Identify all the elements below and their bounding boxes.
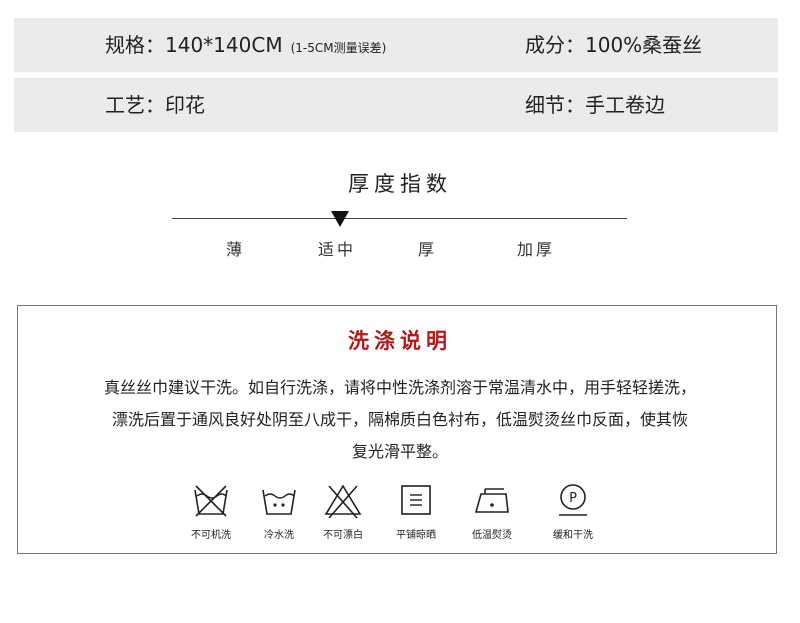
low-iron-icon	[474, 488, 509, 513]
spec-size-note: (1-5CM测量误差)	[290, 41, 387, 55]
care-label: 低温熨烫	[472, 530, 512, 541]
spec-row-size-material: 规格：140*140CM (1-5CM测量误差) 成分：100%桑蚕丝	[14, 18, 778, 72]
care-label: 缓和干洗	[553, 530, 593, 541]
spec-size-label: 规格：	[105, 33, 165, 57]
wash-line: 漂洗后置于通风良好处阴至八成干，隔棉质白色衬布，低温熨烫丝巾反面，使其恢	[111, 410, 688, 429]
no-machine-wash-icon	[194, 485, 228, 517]
thickness-marker-icon	[331, 211, 349, 227]
wash-line: 复光滑平整。	[351, 442, 448, 461]
care-label: 冷水洗	[264, 530, 294, 541]
spec-row-craft-detail: 工艺：印花 细节：手工卷边	[14, 78, 778, 132]
care-item: 低温熨烫	[456, 482, 528, 541]
wash-description: 真丝丝巾建议干洗。如自行洗涤，请将中性洗涤剂溶于常温清水中，用手轻轻搓洗， 漂洗…	[30, 372, 770, 468]
care-label: 不可机洗	[191, 530, 231, 541]
cold-wash-icon	[262, 489, 296, 515]
spec-material-value: 100%桑蚕丝	[585, 33, 703, 57]
spec-craft: 工艺：印花	[105, 78, 205, 132]
care-label: 平铺晾晒	[396, 530, 436, 541]
spec-craft-label: 工艺：	[105, 93, 165, 117]
thickness-level-thick: 厚	[418, 240, 438, 259]
spec-detail-value: 手工卷边	[585, 93, 665, 117]
spec-size-value: 140*140CM	[165, 33, 283, 57]
thickness-title: 厚度指数	[348, 172, 452, 196]
thickness-level-medium: 适中	[318, 240, 357, 259]
care-item: P 缓和干洗	[537, 482, 609, 541]
care-item: 平铺晾晒	[380, 482, 452, 541]
spec-material: 成分：100%桑蚕丝	[525, 18, 702, 72]
spec-craft-value: 印花	[165, 93, 205, 117]
wash-line: 真丝丝巾建议干洗。如自行洗涤，请将中性洗涤剂溶于常温清水中，用手轻轻搓洗，	[103, 378, 696, 397]
spec-detail-label: 细节：	[525, 93, 585, 117]
wash-title: 洗涤说明	[348, 329, 452, 353]
spec-size: 规格：140*140CM (1-5CM测量误差)	[105, 18, 386, 72]
spec-detail: 细节：手工卷边	[525, 78, 665, 132]
care-item: 不可漂白	[307, 482, 379, 541]
gentle-dry-clean-icon: P	[559, 484, 587, 516]
thickness-level-extra-thick: 加厚	[517, 240, 556, 259]
thickness-scale-line	[172, 218, 627, 219]
no-bleach-icon	[324, 484, 362, 519]
svg-text:P: P	[569, 491, 577, 506]
thickness-level-thin: 薄	[226, 240, 246, 259]
care-label: 不可漂白	[323, 530, 363, 541]
care-item: 不可机洗	[175, 482, 247, 541]
care-item: 冷水洗	[243, 482, 315, 541]
spec-material-label: 成分：	[525, 33, 585, 57]
flat-dry-icon	[401, 485, 431, 515]
